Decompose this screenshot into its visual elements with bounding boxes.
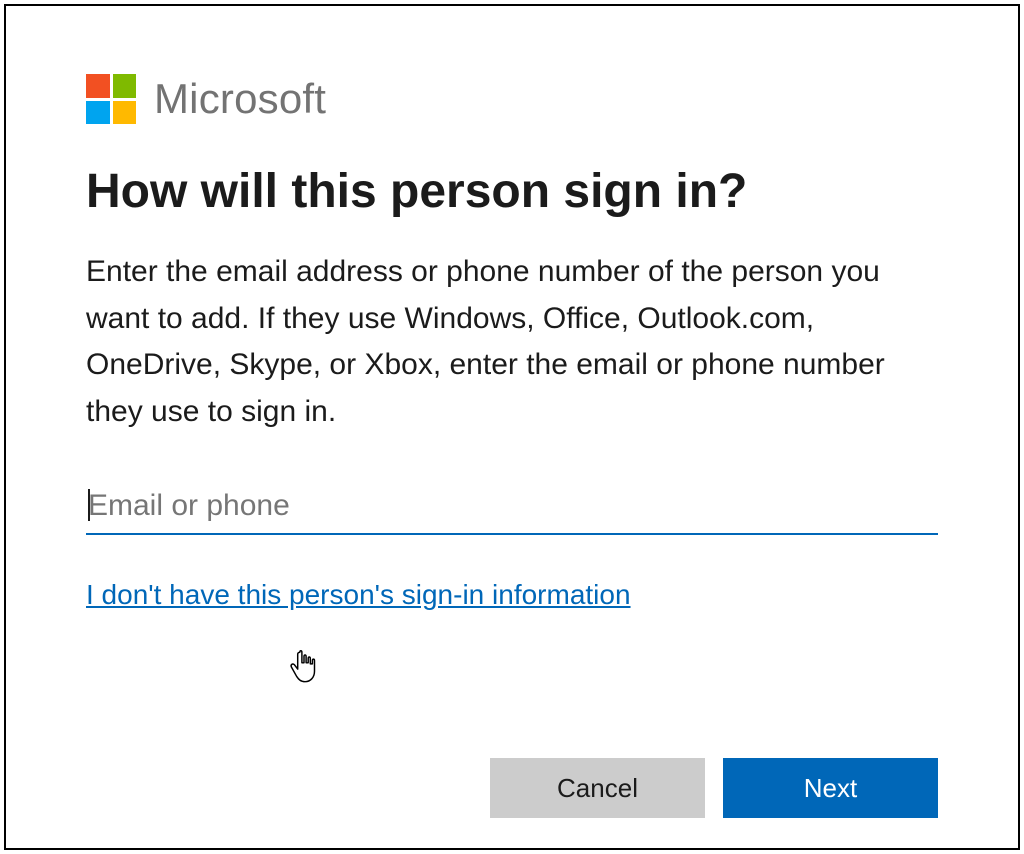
no-signin-info-link[interactable]: I don't have this person's sign-in infor… bbox=[86, 579, 631, 611]
dialog-button-row: Cancel Next bbox=[490, 758, 938, 818]
dialog-description: Enter the email address or phone number … bbox=[86, 249, 926, 435]
pointer-cursor-icon bbox=[286, 646, 322, 688]
next-button[interactable]: Next bbox=[723, 758, 938, 818]
microsoft-wordmark: Microsoft bbox=[154, 75, 326, 123]
microsoft-brand: Microsoft bbox=[86, 74, 938, 124]
dialog-heading: How will this person sign in? bbox=[86, 164, 938, 219]
email-or-phone-input[interactable] bbox=[86, 483, 938, 535]
add-user-dialog: Microsoft How will this person sign in? … bbox=[4, 4, 1020, 850]
microsoft-logo-icon bbox=[86, 74, 136, 124]
cancel-button[interactable]: Cancel bbox=[490, 758, 705, 818]
text-caret bbox=[88, 489, 90, 521]
